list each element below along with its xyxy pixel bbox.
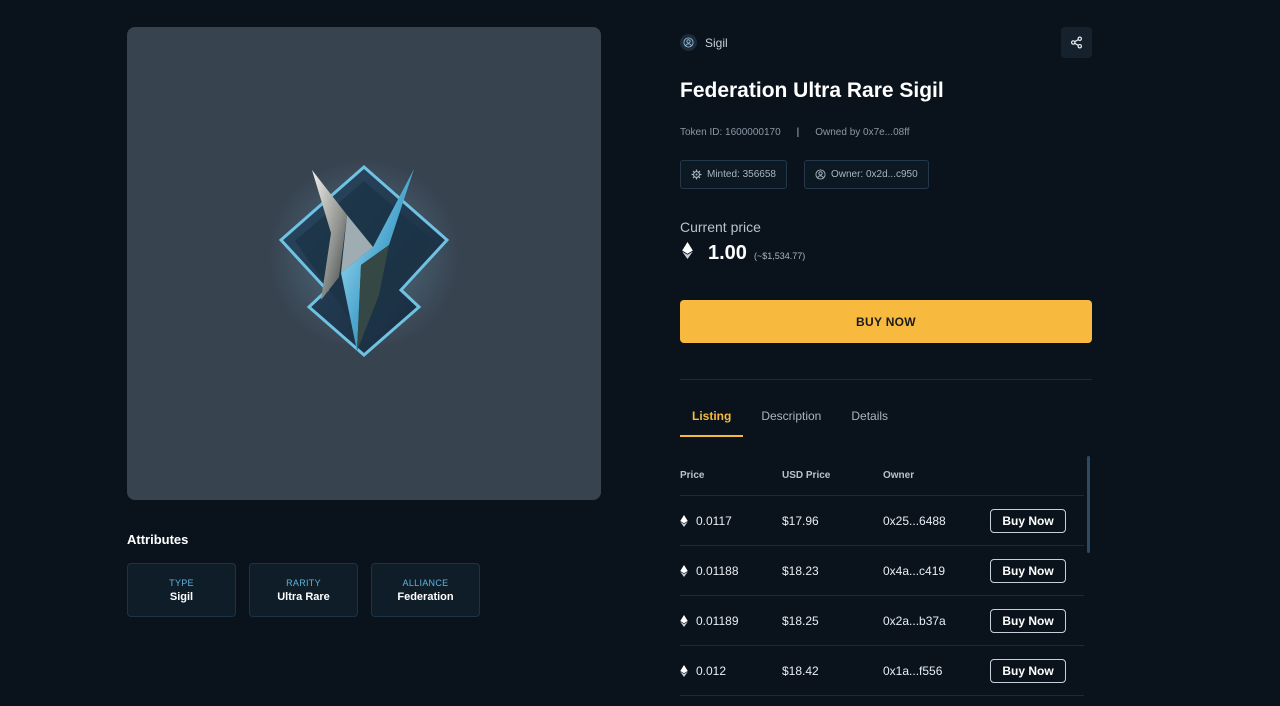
asset-info-panel: Sigil Federation Ultra Rare Sigil Token … [680,0,1092,706]
header-price: Price [680,470,705,481]
attribute-value: Federation [397,590,454,603]
row-owner[interactable]: 0x25...6488 [883,514,990,528]
row-price-value: 0.012 [696,663,727,678]
table-row: 0.01188 $18.23 0x4a...c419 Buy Now [680,546,1084,596]
share-icon [1070,36,1083,49]
tab-listing[interactable]: Listing [680,400,744,437]
ethereum-icon [680,564,688,577]
table-row: 0.0117 $17.96 0x25...6488 Buy Now [680,496,1084,546]
ethereum-icon [680,614,688,627]
meta-separator: | [796,127,800,138]
divider [680,379,1092,380]
asset-image [127,27,601,500]
category-label: Sigil [705,35,728,50]
owned-by[interactable]: Owned by 0x7e...08ff [815,127,909,138]
row-buy-now-button[interactable]: Buy Now [990,658,1066,683]
row-owner[interactable]: 0x2a...b37a [883,614,990,628]
user-circle-icon [680,34,697,51]
row-buy-now-button[interactable]: Buy Now [990,508,1066,533]
buy-now-button[interactable]: BUY NOW [680,300,1092,343]
ethereum-icon [680,664,688,677]
user-circle-icon [815,169,826,180]
attribute-value: Ultra Rare [277,590,330,603]
nft-detail-page: Attributes TYPE Sigil RARITY Ultra Rare … [0,0,1280,706]
listing-table: Price USD Price Owner 0.0117 $17.96 0x25… [680,456,1092,706]
table-header: Price USD Price Owner [680,456,1084,496]
row-buy-now-button[interactable]: Buy Now [990,608,1066,633]
header-owner: Owner [883,470,915,481]
current-price: 1.00 (~$1,534.77) [682,242,805,265]
row-price-value: 0.01188 [696,563,739,578]
attribute-rarity: RARITY Ultra Rare [249,563,358,617]
table-row: 0.01189 $18.25 0x2a...b37a Buy Now [680,596,1084,646]
attribute-alliance: ALLIANCE Federation [371,563,480,617]
attribute-value: Sigil [169,590,194,603]
owner-chip[interactable]: Owner: 0x2d...c950 [803,160,929,189]
row-usd: $17.96 [782,513,819,528]
category-link[interactable]: Sigil [680,34,728,51]
row-owner[interactable]: 0x1a...f556 [883,664,990,678]
attributes-heading: Attributes [127,532,189,547]
tab-details[interactable]: Details [839,400,900,437]
price-usd: (~$1,534.77) [753,251,806,261]
asset-title: Federation Ultra Rare Sigil [680,79,944,102]
share-button[interactable] [1061,27,1092,58]
attribute-key: RARITY [286,577,321,588]
attributes-list: TYPE Sigil RARITY Ultra Rare ALLIANCE Fe… [127,563,480,617]
asset-meta: Token ID: 1600000170 | Owned by 0x7e...0… [680,127,910,138]
row-price: 0.0117 [680,514,782,528]
token-id: Token ID: 1600000170 [680,127,781,138]
table-row: 0.012 $18.42 0x1a...f556 Buy Now [680,646,1084,696]
table-scrollbar[interactable] [1087,456,1090,553]
detail-tabs: Listing Description Details [680,400,900,437]
sigil-emblem-icon [269,159,459,357]
row-usd: $18.23 [782,563,819,578]
attribute-key: TYPE [169,577,194,588]
row-price-value: 0.0117 [696,513,732,528]
ethereum-icon [680,514,688,527]
current-price-label: Current price [680,219,761,235]
header-usd-price: USD Price [782,470,831,481]
attribute-key: ALLIANCE [402,577,449,588]
gear-icon [691,169,702,180]
row-usd: $18.25 [782,613,819,628]
row-usd: $18.42 [782,663,819,678]
row-owner[interactable]: 0x4a...c419 [883,564,990,578]
price-value: 1.00 [708,242,747,264]
attribute-type: TYPE Sigil [127,563,236,617]
row-price: 0.01189 [680,614,782,628]
row-price: 0.01188 [680,564,782,578]
row-buy-now-button[interactable]: Buy Now [990,558,1066,583]
row-price-value: 0.01189 [696,613,739,628]
tab-description[interactable]: Description [749,400,833,437]
owner-label: Owner: 0x2d...c950 [830,169,918,180]
minted-label: Minted: 356658 [707,169,776,180]
asset-chips: Minted: 356658 Owner: 0x2d...c950 [680,160,929,189]
ethereum-icon [682,242,693,259]
minted-chip: Minted: 356658 [680,160,787,189]
row-price: 0.012 [680,664,782,678]
